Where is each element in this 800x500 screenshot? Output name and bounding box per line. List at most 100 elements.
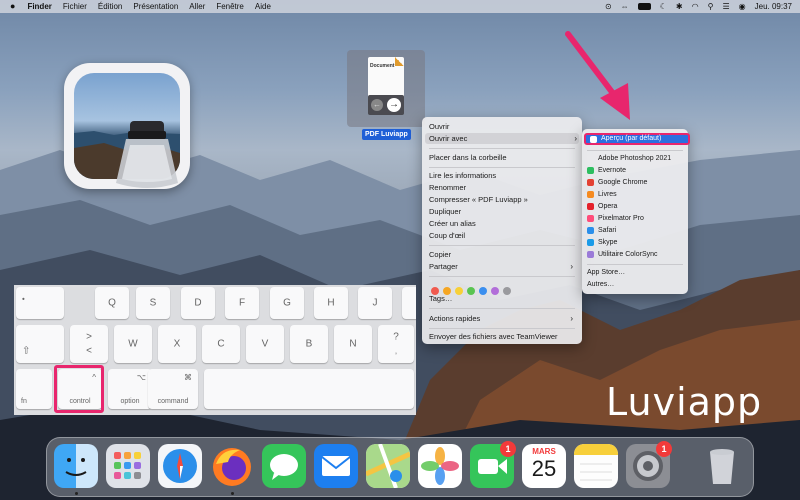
key-option: ⌥ option bbox=[108, 369, 152, 409]
safari-icon[interactable] bbox=[158, 444, 202, 488]
submenu-autres[interactable]: Autres… bbox=[587, 279, 683, 290]
app-icon bbox=[587, 203, 594, 210]
control-center-icon[interactable]: ☰ bbox=[722, 2, 729, 11]
menu-item-alias[interactable]: Créer un alias bbox=[429, 218, 575, 229]
menu-fichier[interactable]: Fichier bbox=[63, 0, 87, 13]
app-label: Adobe Photoshop 2021 bbox=[598, 155, 672, 162]
menu-item-informations[interactable]: Lire les informations bbox=[429, 170, 575, 181]
app-label: Skype bbox=[598, 239, 618, 246]
running-indicator bbox=[75, 492, 78, 495]
page-fold-icon bbox=[395, 57, 404, 66]
divider bbox=[429, 328, 575, 329]
divider bbox=[587, 264, 683, 265]
arrow-right-icon: → bbox=[387, 98, 401, 112]
menu-fenetre[interactable]: Fenêtre bbox=[216, 0, 244, 13]
submenu-app-item[interactable]: Skype bbox=[587, 237, 683, 248]
control-key-highlight bbox=[54, 365, 104, 413]
submenu-app-item[interactable]: Safari bbox=[587, 225, 683, 236]
wifi-icon[interactable]: ◠ bbox=[692, 2, 699, 11]
finder-icon[interactable] bbox=[54, 444, 98, 488]
bluetooth-icon[interactable]: ✱ bbox=[676, 2, 683, 11]
app-label: Evernote bbox=[598, 167, 627, 174]
submenu-app-item[interactable]: Evernote bbox=[587, 165, 683, 176]
menu-item-renommer[interactable]: Renommer bbox=[429, 182, 575, 193]
menu-item-teamviewer[interactable]: Envoyer des fichiers avec TeamViewer bbox=[429, 331, 575, 342]
menu-finder[interactable]: Finder bbox=[27, 0, 51, 13]
trash-icon[interactable] bbox=[700, 444, 744, 488]
submenu-app-item[interactable]: Pixelmator Pro bbox=[587, 213, 683, 224]
launchpad-icon[interactable] bbox=[106, 444, 150, 488]
key-fn: fn bbox=[16, 369, 52, 409]
key-q: Q bbox=[95, 287, 129, 319]
app-label: Utilitaire ColorSync bbox=[598, 251, 658, 258]
tag-color-dot[interactable] bbox=[479, 287, 487, 295]
divider bbox=[429, 308, 575, 309]
submenu-app-item[interactable]: Livres bbox=[587, 189, 683, 200]
preview-app-icon bbox=[64, 63, 190, 189]
preview-thumb: ← → bbox=[368, 95, 404, 115]
menu-item-dupliquer[interactable]: Dupliquer bbox=[429, 206, 575, 217]
teamviewer-icon[interactable]: ⇔ bbox=[621, 2, 629, 11]
tag-color-dot[interactable] bbox=[455, 287, 463, 295]
menu-item-coup-doeil[interactable]: Coup d'œil bbox=[429, 230, 575, 241]
menu-edition[interactable]: Édition bbox=[98, 0, 122, 13]
key-v: V bbox=[246, 325, 284, 363]
menu-item-compresser[interactable]: Compresser « PDF Luviapp » bbox=[429, 194, 575, 205]
key-k: K bbox=[402, 287, 416, 319]
menu-item-actions-rapides[interactable]: Actions rapides › bbox=[429, 313, 575, 324]
mail-icon[interactable] bbox=[314, 444, 358, 488]
key-g: G bbox=[270, 287, 304, 319]
key-b: B bbox=[290, 325, 328, 363]
menu-item-tags[interactable]: Tags… bbox=[429, 293, 575, 304]
luviapp-watermark: Luviapp bbox=[606, 380, 763, 424]
firefox-icon[interactable] bbox=[210, 444, 254, 488]
submenu-app-item[interactable]: Utilitaire ColorSync bbox=[587, 249, 683, 260]
submenu-app-item[interactable]: Google Chrome bbox=[587, 177, 683, 188]
file-name-label[interactable]: PDF Luviapp bbox=[362, 129, 411, 140]
tag-color-dot[interactable] bbox=[503, 287, 511, 295]
submenu-app-store[interactable]: App Store… bbox=[587, 267, 683, 278]
app-label: Pixelmator Pro bbox=[598, 215, 644, 222]
moon-icon[interactable]: ☾ bbox=[660, 2, 667, 11]
messages-icon[interactable] bbox=[262, 444, 306, 488]
tag-color-dot[interactable] bbox=[431, 287, 439, 295]
facetime-badge: 1 bbox=[500, 441, 516, 457]
tag-color-dot[interactable] bbox=[491, 287, 499, 295]
submenu-app-item[interactable]: Adobe Photoshop 2021 bbox=[587, 153, 683, 164]
tag-color-dot[interactable] bbox=[443, 287, 451, 295]
key-w: W bbox=[114, 325, 152, 363]
tag-color-dot[interactable] bbox=[467, 287, 475, 295]
siri-icon[interactable]: ◉ bbox=[739, 2, 746, 11]
chevron-right-icon: › bbox=[574, 134, 577, 143]
menu-presentation[interactable]: Présentation bbox=[133, 0, 178, 13]
calendar-day: 25 bbox=[531, 456, 557, 481]
app-icon bbox=[587, 239, 594, 246]
calendar-icon[interactable]: MARS 25 bbox=[522, 444, 566, 488]
menu-item-partager[interactable]: Partager › bbox=[429, 261, 575, 272]
submenu-app-item[interactable]: Opera bbox=[587, 201, 683, 212]
battery-icon[interactable] bbox=[637, 3, 651, 10]
menu-item-label: Actions rapides bbox=[429, 314, 481, 323]
preferences-badge: 1 bbox=[656, 441, 672, 457]
clock[interactable]: Jeu. 09:37 bbox=[755, 2, 792, 11]
divider bbox=[429, 245, 575, 246]
maps-icon[interactable] bbox=[366, 444, 410, 488]
notes-icon[interactable] bbox=[574, 444, 618, 488]
key-n: N bbox=[334, 325, 372, 363]
app-icon bbox=[587, 191, 594, 198]
key-j: J bbox=[358, 287, 392, 319]
apple-icon[interactable]: ● bbox=[10, 0, 15, 13]
record-icon[interactable]: ⊙ bbox=[605, 2, 612, 11]
running-indicator bbox=[231, 492, 234, 495]
pdf-file-icon[interactable]: Document ← → bbox=[347, 50, 425, 127]
menu-aide[interactable]: Aide bbox=[255, 0, 271, 13]
submenu-default-app[interactable]: Aperçu (par défaut) bbox=[584, 133, 690, 145]
menu-item-ouvrir-avec[interactable]: Ouvrir avec › bbox=[425, 133, 579, 144]
key-f: F bbox=[225, 287, 259, 319]
menu-item-copier[interactable]: Copier bbox=[429, 249, 575, 260]
menu-item-corbeille[interactable]: Placer dans la corbeille bbox=[429, 152, 575, 163]
search-icon[interactable]: ⚲ bbox=[708, 2, 714, 11]
photos-icon[interactable] bbox=[418, 444, 462, 488]
menu-item-ouvrir[interactable]: Ouvrir bbox=[429, 121, 575, 132]
menu-aller[interactable]: Aller bbox=[189, 0, 205, 13]
